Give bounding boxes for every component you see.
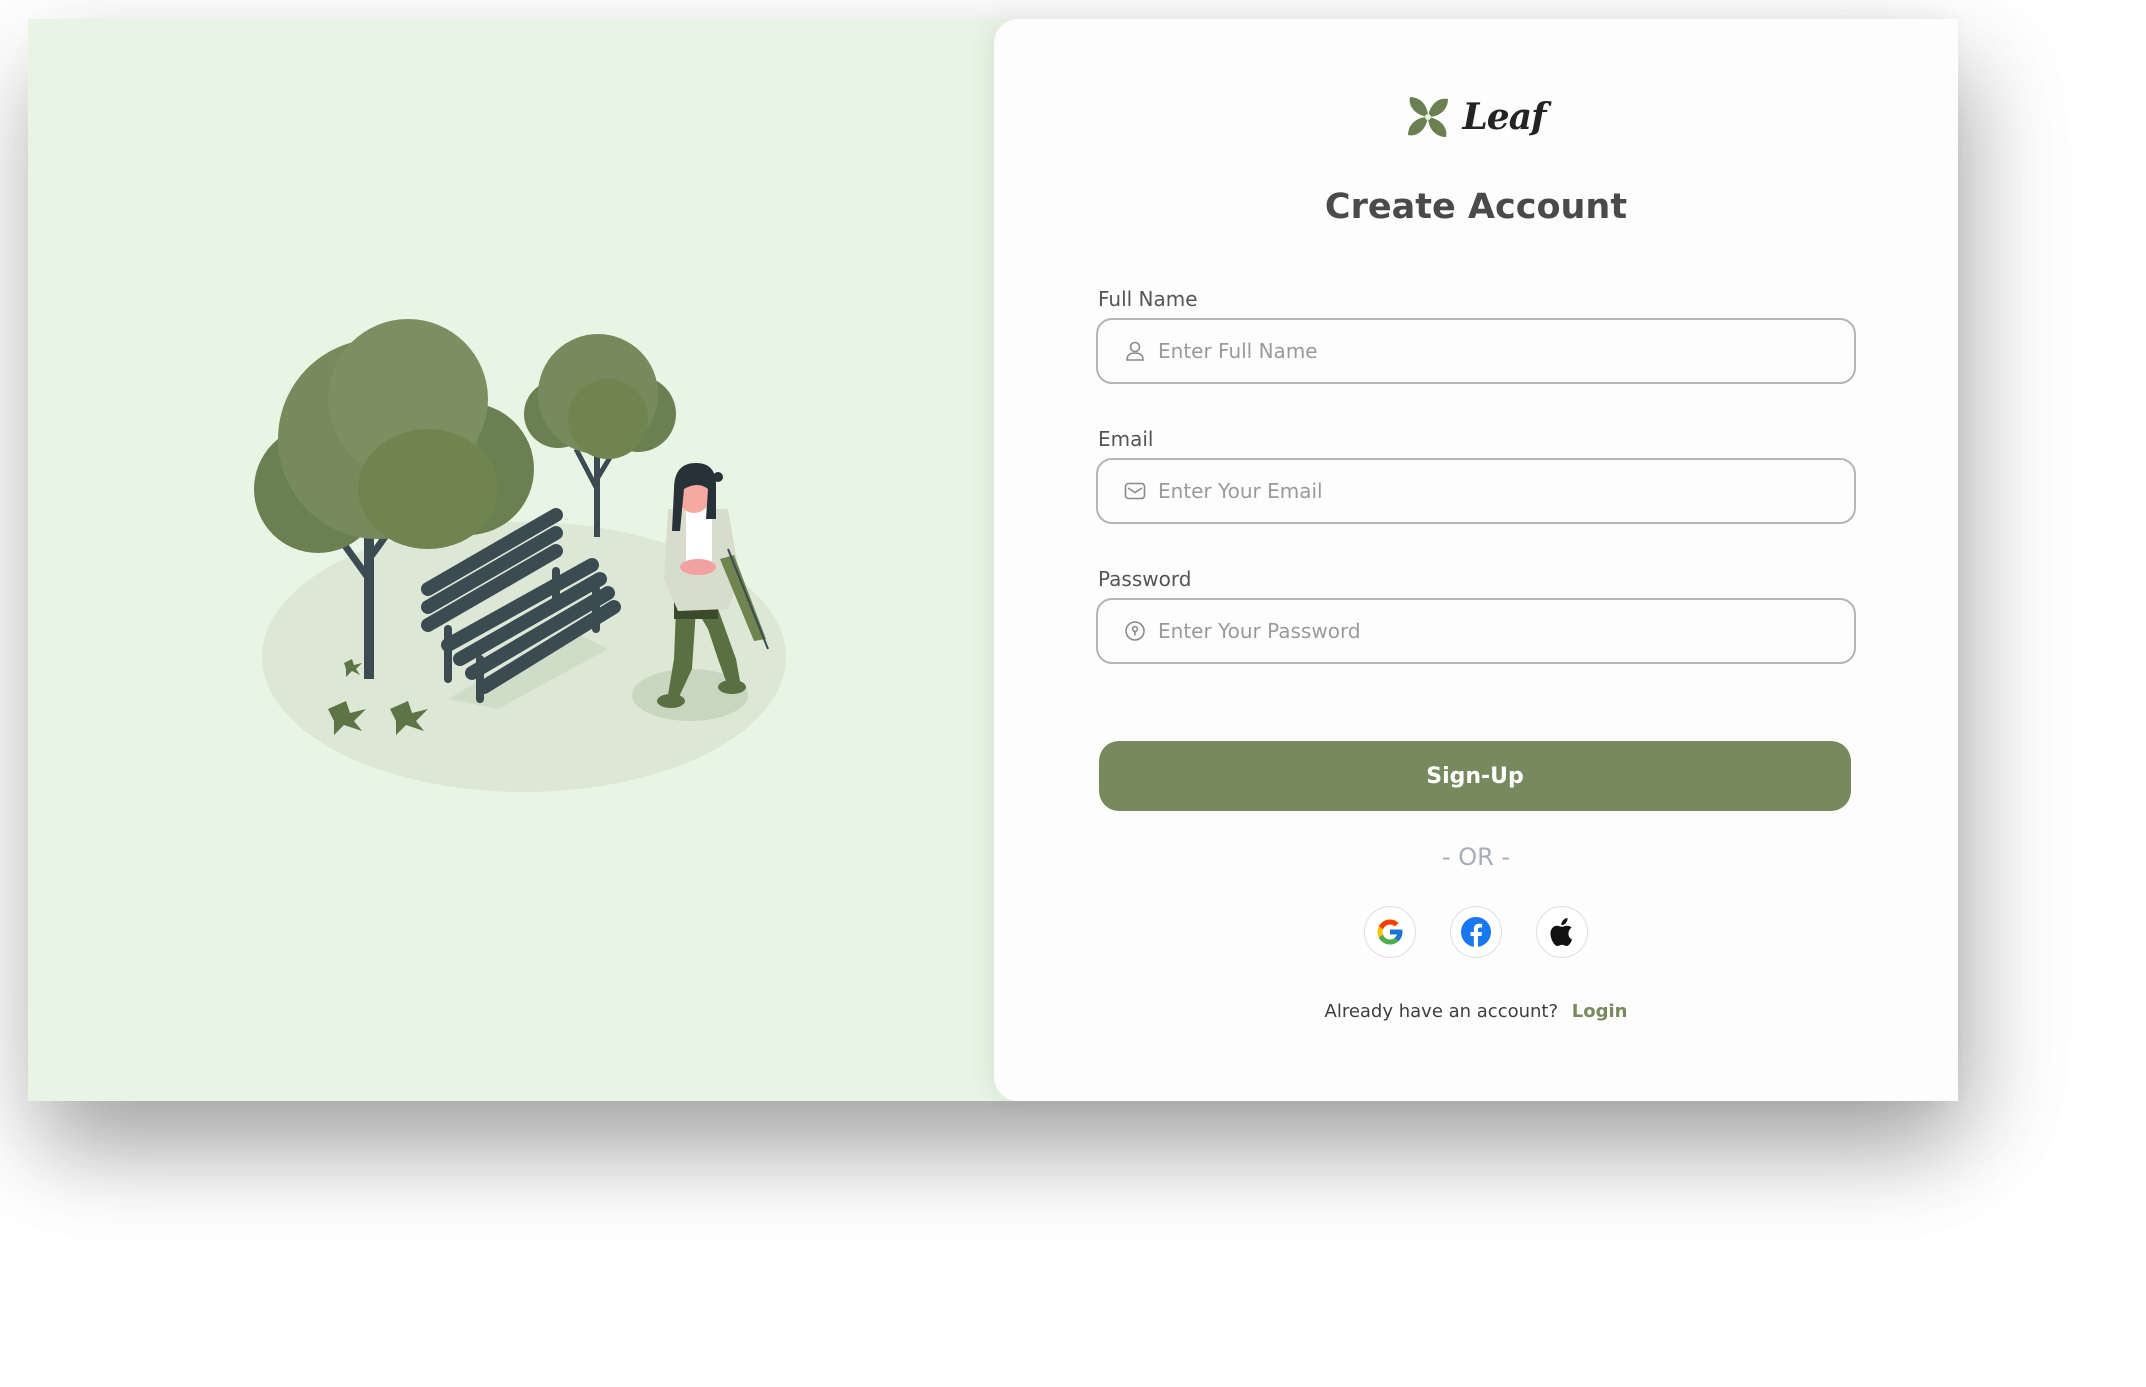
or-divider: - OR - [1441, 843, 1511, 871]
password-field[interactable] [1096, 598, 1856, 664]
mail-icon [1124, 480, 1146, 502]
brand-name: Leaf [1462, 96, 1546, 138]
apple-icon [1550, 918, 1573, 946]
facebook-login-button[interactable] [1450, 906, 1502, 958]
facebook-icon [1461, 917, 1491, 947]
signup-window: Leaf Create Account Full Name Email [28, 19, 1958, 1101]
lock-icon [1124, 620, 1146, 642]
full-name-field[interactable] [1096, 318, 1856, 384]
google-login-button[interactable] [1364, 906, 1416, 958]
password-label: Password [1098, 567, 1192, 591]
email-label: Email [1098, 427, 1154, 451]
social-login-group [994, 906, 1958, 958]
park-bench-walker-illustration [254, 319, 786, 792]
brand-logo: Leaf [994, 95, 1958, 139]
login-prompt: Already have an account? Login [994, 1001, 1958, 1022]
leaf-logo-icon [1408, 97, 1449, 137]
email-field[interactable] [1096, 458, 1856, 524]
login-link[interactable]: Login [1572, 1001, 1628, 1022]
user-icon [1124, 340, 1146, 362]
signup-form-panel: Leaf Create Account Full Name Email [994, 19, 1958, 1101]
page-title: Create Account [1324, 187, 1628, 227]
full-name-input[interactable] [1158, 320, 1854, 382]
small-tree [524, 334, 676, 537]
email-input[interactable] [1158, 460, 1854, 522]
signup-button[interactable]: Sign-Up [1099, 741, 1851, 811]
full-name-label: Full Name [1098, 287, 1198, 311]
login-prompt-text: Already have an account? [1324, 1001, 1559, 1022]
apple-login-button[interactable] [1536, 906, 1588, 958]
illustration-panel [28, 19, 1023, 1101]
google-icon [1377, 919, 1403, 945]
password-input[interactable] [1158, 600, 1854, 662]
